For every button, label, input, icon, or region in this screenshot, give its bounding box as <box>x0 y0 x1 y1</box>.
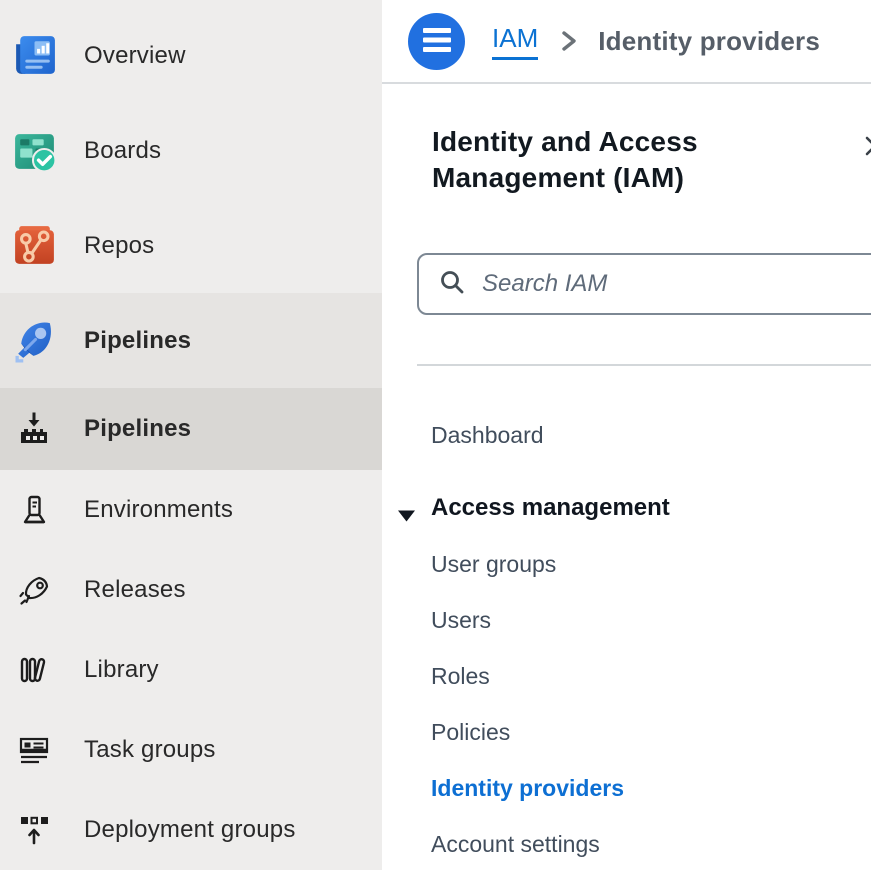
task-groups-icon <box>17 733 51 767</box>
sidebar-item-label: Task groups <box>84 736 216 764</box>
divider <box>417 364 871 366</box>
breadcrumb-bar: IAM Identity providers <box>382 0 871 84</box>
iam-nav-panel: Identity and Access Management (IAM) Das… <box>382 86 871 870</box>
hamburger-menu-button[interactable] <box>408 13 465 70</box>
caret-down-icon[interactable] <box>397 502 416 516</box>
search-box <box>417 253 871 315</box>
sidebar-item-boards[interactable]: Boards <box>0 103 382 198</box>
sidebar-item-pipelines-hub[interactable]: Pipelines <box>0 293 382 388</box>
sidebar-item-environments[interactable]: Environments <box>0 470 382 550</box>
nav-item-policies[interactable]: Policies <box>382 704 871 760</box>
sidebar-item-deployment-groups[interactable]: Deployment groups <box>0 790 382 870</box>
breadcrumb-chevron-icon <box>560 28 578 54</box>
sidebar-item-pipelines[interactable]: Pipelines <box>0 388 382 470</box>
pipelines-builds-icon <box>17 412 51 446</box>
search-icon <box>438 268 466 301</box>
nav-item-users[interactable]: Users <box>382 592 871 648</box>
nav-group-label: Access management <box>431 494 670 522</box>
sidebar-item-task-groups[interactable]: Task groups <box>0 710 382 790</box>
sidebar-item-label: Releases <box>84 576 186 604</box>
nav-item-dashboard[interactable]: Dashboard <box>382 407 871 463</box>
sidebar-item-label: Overview <box>84 42 186 70</box>
environments-icon <box>17 493 51 527</box>
sidebar-item-label: Pipelines <box>84 327 191 355</box>
page-title: Identity and Access Management (IAM) <box>432 124 767 196</box>
pipelines-rocket-icon <box>10 316 59 365</box>
nav-group-access-management[interactable]: Access management <box>382 480 871 536</box>
sidebar-item-label: Deployment groups <box>84 816 296 844</box>
devops-sidebar: Overview Boards <box>0 0 382 870</box>
boards-icon <box>10 126 59 175</box>
deployment-groups-icon <box>17 813 51 847</box>
aws-console-main: IAM Identity providers Identity and Acce… <box>382 0 871 870</box>
nav-item-identity-providers[interactable]: Identity providers <box>382 760 871 816</box>
breadcrumb-current: Identity providers <box>598 26 820 57</box>
nav-item-user-groups[interactable]: User groups <box>382 536 871 592</box>
sidebar-item-label: Pipelines <box>84 415 191 443</box>
nav-item-account-settings[interactable]: Account settings <box>382 816 871 872</box>
sidebar-item-label: Environments <box>84 496 233 524</box>
breadcrumb-root-link[interactable]: IAM <box>492 23 538 60</box>
library-icon <box>17 653 51 687</box>
close-panel-icon[interactable] <box>863 134 871 158</box>
sidebar-item-overview[interactable]: Overview <box>0 8 382 103</box>
sidebar-item-releases[interactable]: Releases <box>0 550 382 630</box>
nav-item-roles[interactable]: Roles <box>382 648 871 704</box>
search-input[interactable] <box>482 270 871 298</box>
repos-icon <box>10 221 59 270</box>
sidebar-item-repos[interactable]: Repos <box>0 198 382 293</box>
iam-nav-list: Dashboard Access management User groups … <box>382 407 871 872</box>
sidebar-item-label: Library <box>84 656 159 684</box>
releases-icon <box>17 573 51 607</box>
sidebar-item-library[interactable]: Library <box>0 630 382 710</box>
hamburger-menu-icon <box>422 27 452 56</box>
overview-icon <box>10 31 59 80</box>
sidebar-item-label: Boards <box>84 137 161 165</box>
sidebar-item-label: Repos <box>84 232 154 260</box>
